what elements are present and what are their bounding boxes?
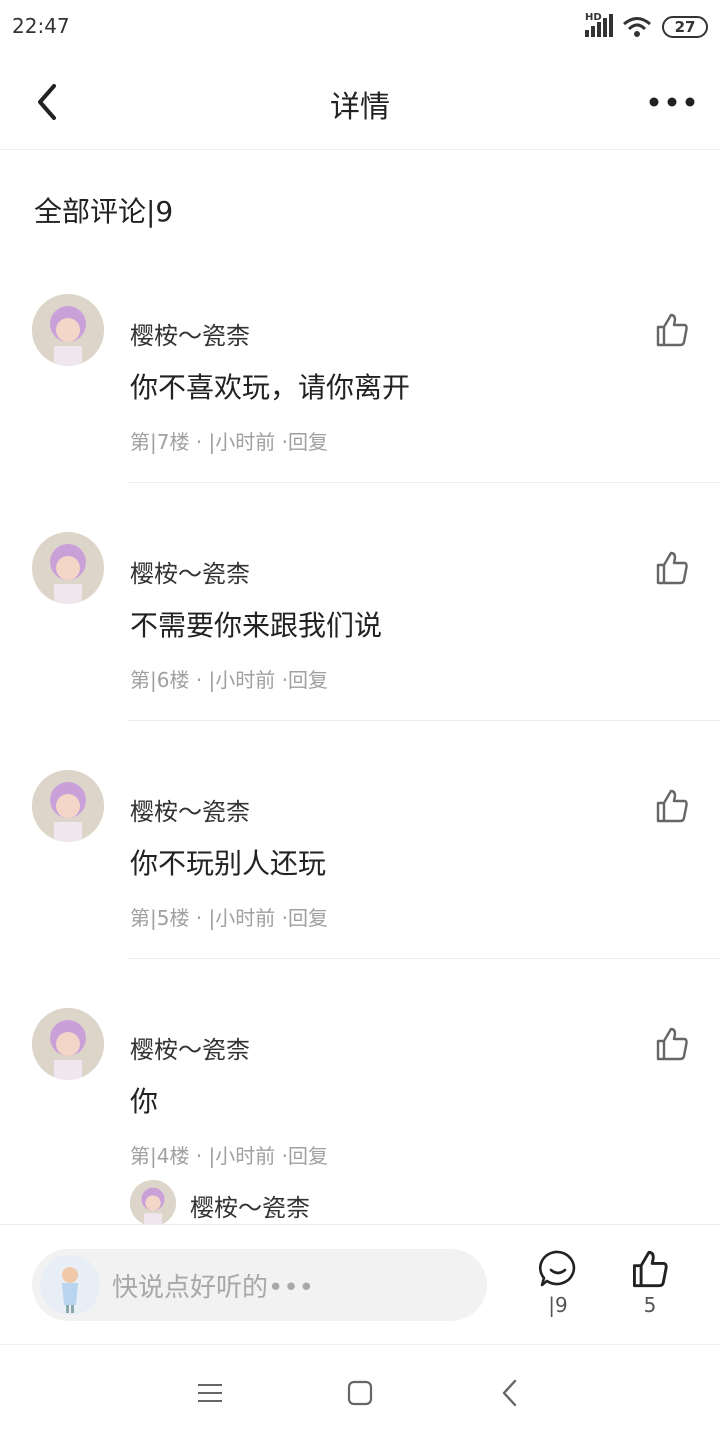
system-navigation-bar	[0, 1344, 720, 1440]
avatar[interactable]	[32, 294, 104, 366]
comment-text: 你	[130, 1085, 159, 1118]
comment-meta[interactable]: 第|7楼 · |小时前 ·回复	[130, 426, 328, 455]
avatar[interactable]	[32, 770, 104, 842]
avatar[interactable]	[32, 1008, 104, 1080]
avatar[interactable]	[32, 532, 104, 604]
top-nav: 详情	[0, 56, 720, 150]
comment-username[interactable]: 樱桉～瓷柰	[130, 554, 250, 589]
divider	[128, 482, 720, 483]
comment-meta[interactable]: 第|4楼 · |小时前 ·回复	[130, 1140, 328, 1169]
status-bar: 22:47 HD 27	[0, 0, 720, 56]
status-time: 22:47	[12, 14, 70, 38]
menu-icon[interactable]	[190, 1375, 230, 1411]
back-icon[interactable]	[490, 1375, 530, 1411]
reply-username[interactable]: 樱桉～瓷柰	[190, 1188, 310, 1223]
bottom-bar: 快说点好听的••• |9 5	[0, 1224, 720, 1344]
home-icon[interactable]	[340, 1375, 380, 1411]
comment-count: |9	[548, 1293, 568, 1317]
like-icon[interactable]	[654, 312, 690, 348]
battery-indicator: 27	[662, 16, 708, 38]
avatar-image	[32, 294, 104, 366]
comment-text: 你不玩别人还玩	[130, 847, 327, 880]
like-icon[interactable]	[654, 550, 690, 586]
comment-button[interactable]: |9	[528, 1249, 588, 1329]
comment-meta[interactable]: 第|6楼 · |小时前 ·回复	[130, 664, 328, 693]
page-title: 详情	[330, 90, 390, 125]
comment-meta[interactable]: 第|5楼 · |小时前 ·回复	[130, 902, 328, 931]
user-avatar	[40, 1255, 100, 1315]
all-comments-title: 全部评论|9	[34, 195, 174, 228]
comment-username[interactable]: 樱桉～瓷柰	[130, 316, 250, 351]
user-avatar-image	[40, 1255, 100, 1315]
wifi-icon	[623, 17, 651, 37]
more-icon[interactable]	[648, 94, 696, 110]
comment-input[interactable]: 快说点好听的•••	[32, 1249, 487, 1321]
like-count: 5	[643, 1293, 657, 1317]
comment-item: 樱桉～瓷柰 你不玩别人还玩 第|5楼 · |小时前 ·回复	[0, 770, 720, 1008]
comment-username[interactable]: 樱桉～瓷柰	[130, 1030, 250, 1065]
comment-text: 不需要你来跟我们说	[130, 609, 383, 642]
avatar[interactable]	[130, 1180, 176, 1226]
avatar-image	[32, 770, 104, 842]
like-icon[interactable]	[654, 788, 690, 824]
comment-text: 你不喜欢玩，请你离开	[130, 371, 411, 404]
reply-preview[interactable]: 樱桉～瓷柰	[130, 1180, 490, 1226]
avatar-image	[32, 532, 104, 604]
comment-bubble-icon	[539, 1250, 576, 1287]
divider	[128, 720, 720, 721]
avatar-image	[32, 1008, 104, 1080]
like-icon[interactable]	[654, 1026, 690, 1062]
comment-item: 樱桉～瓷柰 你不喜欢玩，请你离开 第|7楼 · |小时前 ·回复	[0, 294, 720, 532]
divider	[128, 958, 720, 959]
avatar-image	[130, 1180, 176, 1226]
thumbs-up-icon	[633, 1250, 668, 1288]
signal-icon	[585, 14, 613, 37]
like-button[interactable]: 5	[620, 1249, 680, 1329]
comment-placeholder: 快说点好听的•••	[112, 1273, 315, 1303]
comment-item: 樱桉～瓷柰 不需要你来跟我们说 第|6楼 · |小时前 ·回复	[0, 532, 720, 770]
comment-username[interactable]: 樱桉～瓷柰	[130, 792, 250, 827]
